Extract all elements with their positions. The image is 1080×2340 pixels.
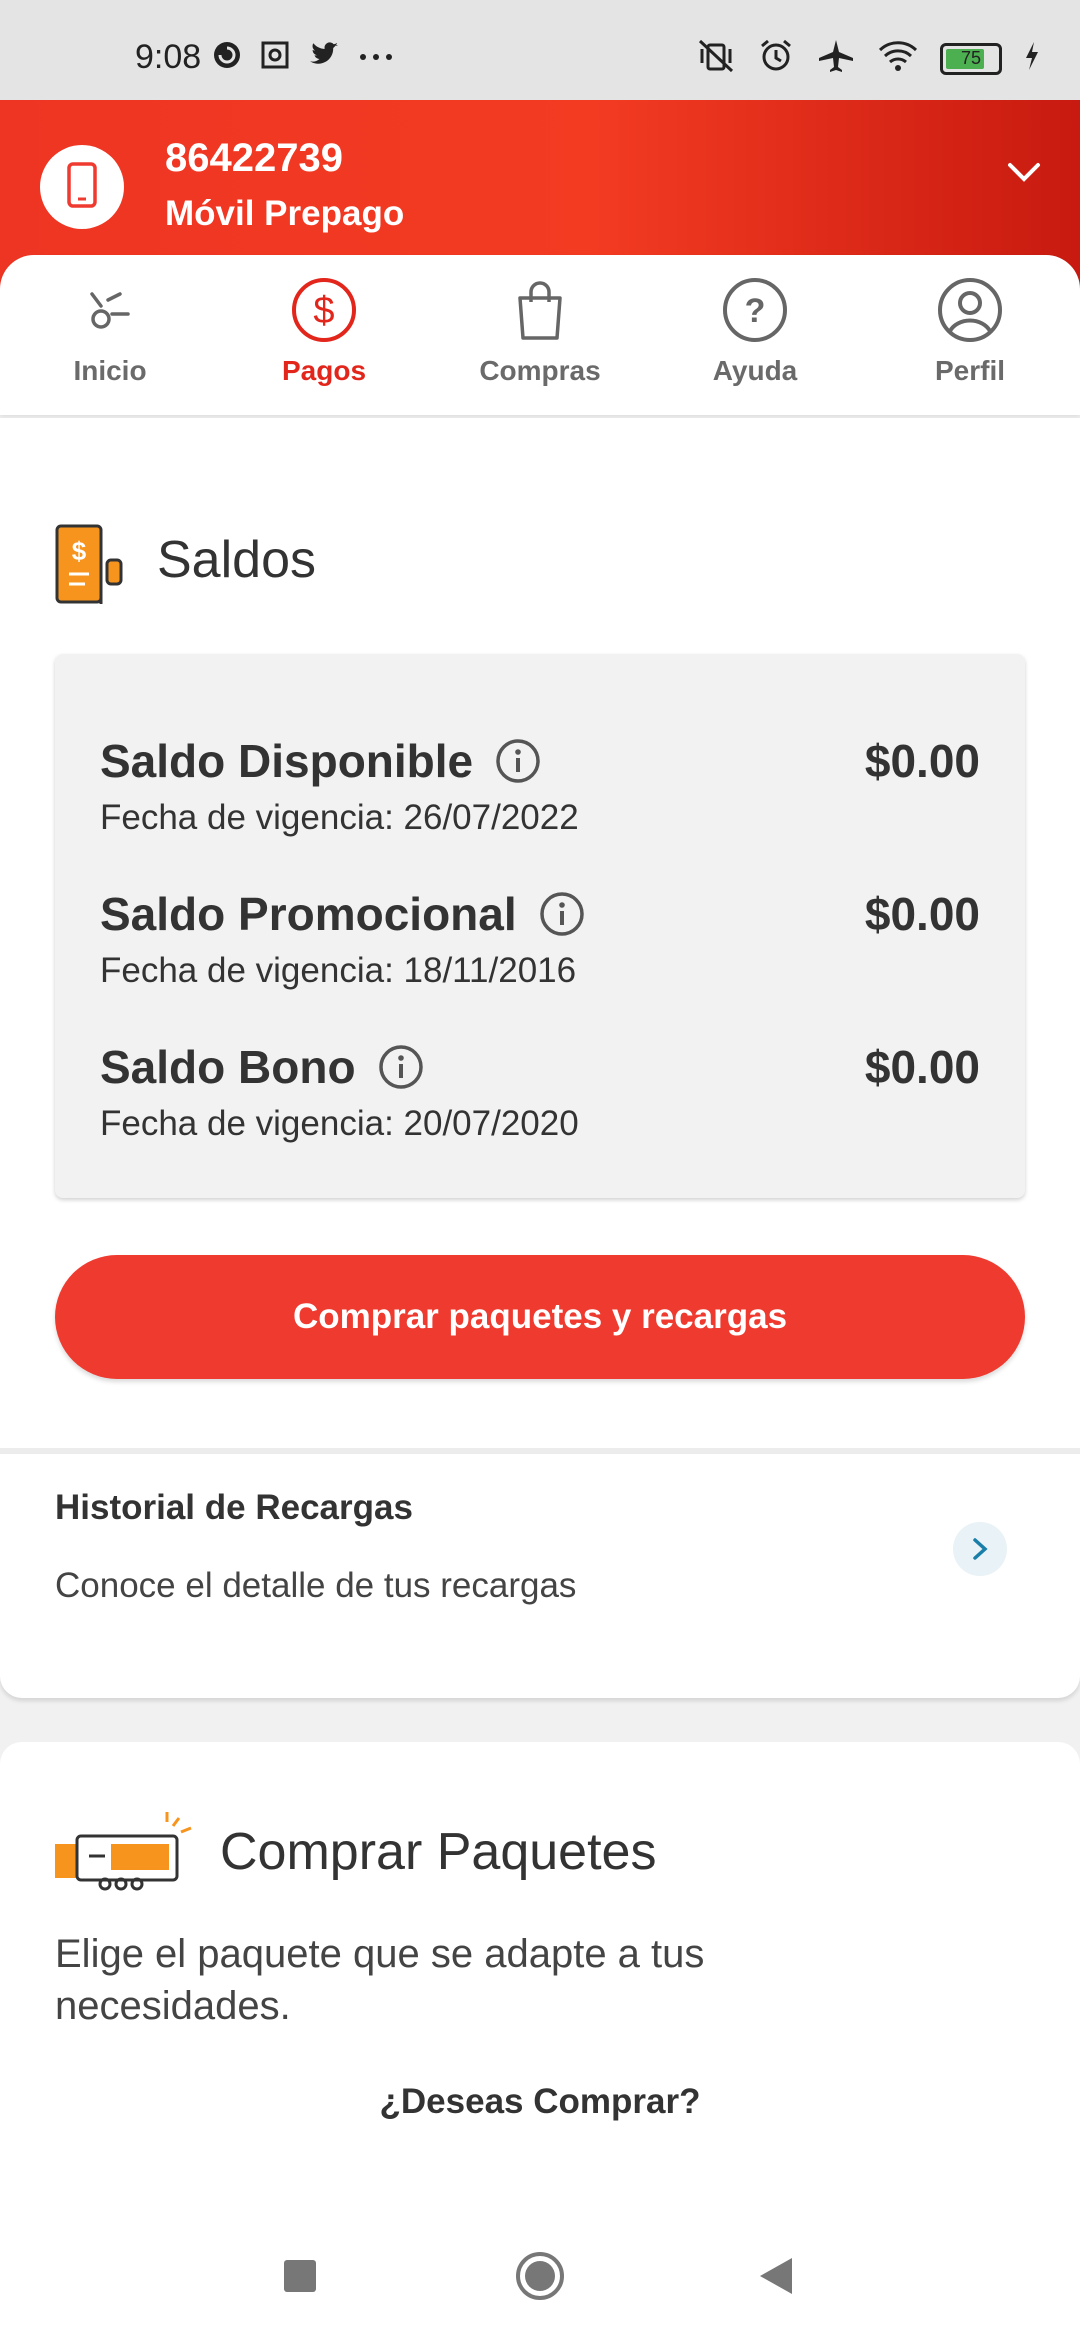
profile-icon [937, 277, 1003, 348]
tab-label: Compras [479, 355, 601, 386]
svg-text:$: $ [72, 536, 87, 566]
tab-compras[interactable]: Compras [440, 277, 640, 387]
info-icon[interactable] [378, 1044, 424, 1090]
balance-name: Saldo Disponible [100, 735, 474, 787]
screenshot-icon [260, 40, 290, 75]
airplane-icon [816, 38, 856, 79]
balance-expiry: Fecha de vigencia: 26/07/2022 [100, 798, 579, 837]
saldos-card: $ Saldos Saldo Disponible Fecha de vigen… [0, 418, 1080, 1698]
balance-expiry: Fecha de vigencia: 20/07/2020 [100, 1104, 579, 1143]
help-icon: ? [722, 277, 788, 348]
tab-ayuda[interactable]: ? Ayuda [655, 277, 855, 387]
twitter-icon [308, 41, 340, 74]
balance-name: Saldo Bono [100, 1041, 356, 1093]
balance-amount: $0.00 [864, 1041, 980, 1093]
tab-label: Pagos [281, 355, 367, 386]
chevron-right-icon[interactable] [953, 1522, 1007, 1576]
status-bar: 9:08 75 [0, 0, 1080, 100]
balance-row: Saldo Disponible Fecha de vigencia: 26/0… [100, 734, 980, 838]
balance-receipt-icon: $ [55, 524, 127, 613]
balance-row: Saldo Bono Fecha de vigencia: 20/07/2020… [100, 1040, 980, 1144]
chevron-down-icon[interactable] [1006, 160, 1042, 189]
alarm-icon [758, 38, 794, 79]
balance-name: Saldo Promocional [100, 888, 517, 940]
tab-label: Ayuda [712, 355, 798, 386]
info-icon[interactable] [539, 891, 585, 937]
charging-icon [1024, 41, 1040, 76]
tab-label: Inicio [73, 355, 147, 386]
history-subtitle: Conoce el detalle de tus recargas [55, 1566, 577, 1605]
balance-expiry: Fecha de vigencia: 18/11/2016 [100, 951, 577, 990]
more-dots-icon [358, 49, 394, 67]
home-circle-icon[interactable] [514, 2250, 566, 2307]
battery-icon: 75 [940, 42, 1002, 75]
tab-perfil[interactable]: Perfil [870, 277, 1070, 387]
history-title: Historial de Recargas [55, 1488, 413, 1527]
shopping-bag-icon [514, 278, 566, 347]
info-icon[interactable] [495, 738, 541, 784]
packages-description: Elige el paquete que se adapte a tus nec… [55, 1932, 705, 2028]
section-divider [0, 1448, 1080, 1454]
vibrate-off-icon [696, 39, 736, 78]
tab-inicio[interactable]: Inicio [10, 277, 210, 387]
buy-question-link[interactable]: ¿Deseas Comprar? [0, 2082, 1080, 2122]
home-icon [86, 286, 134, 339]
account-number: 86422739 [165, 136, 343, 180]
tab-label: Perfil [934, 355, 1006, 386]
back-triangle-icon[interactable] [758, 2256, 794, 2301]
phone-avatar [40, 145, 124, 229]
wifi-icon [878, 40, 918, 77]
phone-icon [65, 161, 99, 214]
balance-amount: $0.00 [864, 888, 980, 940]
packages-card: Comprar Paquetes Elige el paquete que se… [0, 1742, 1080, 2262]
buy-packages-button[interactable]: Comprar paquetes y recargas [55, 1255, 1025, 1379]
recents-square-icon[interactable] [282, 2258, 318, 2299]
pocket-casts-icon [212, 40, 242, 75]
svg-text:$: $ [313, 290, 334, 332]
status-time: 9:08 [135, 38, 202, 76]
balance-amount: $0.00 [864, 735, 980, 787]
svg-text:?: ? [745, 292, 766, 330]
account-plan: Móvil Prepago [165, 194, 405, 233]
package-card-icon [55, 1810, 195, 1905]
main-nav: Inicio $ Pagos Compras ? Ayuda Perfil [0, 255, 1080, 415]
balance-row: Saldo Promocional Fecha de vigencia: 18/… [100, 887, 980, 991]
dollar-icon: $ [291, 277, 357, 348]
balances-panel: Saldo Disponible Fecha de vigencia: 26/0… [55, 654, 1025, 1198]
system-nav-bar [0, 2200, 1080, 2340]
packages-title: Comprar Paquetes [220, 1823, 657, 1881]
tab-pagos[interactable]: $ Pagos [224, 277, 424, 387]
saldos-title: Saldos [157, 531, 316, 589]
